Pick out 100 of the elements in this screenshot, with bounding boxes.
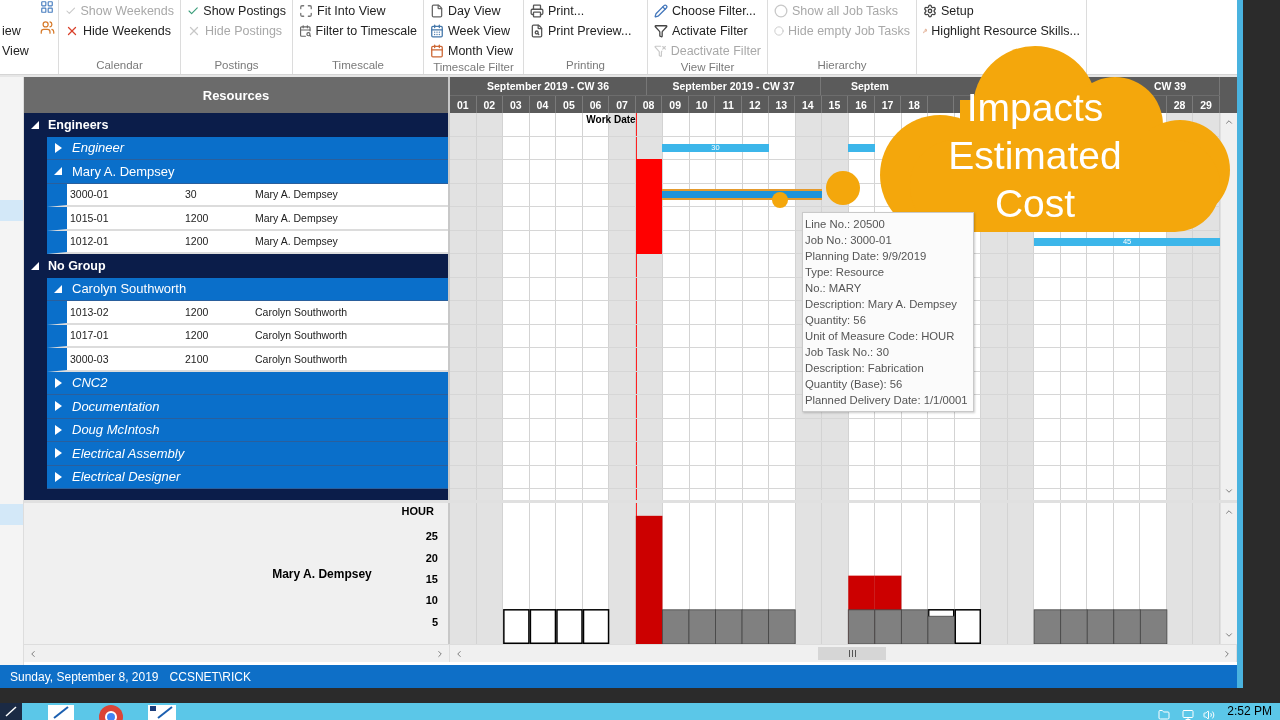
tooltip-line: Type: Resource (805, 265, 886, 280)
table-cell-text: 1013-02 (70, 305, 110, 318)
table-cell-text: 1200 (185, 329, 210, 342)
table-cell-text: 30 (185, 188, 198, 201)
resource-row[interactable]: Doug McIntosh (47, 418, 448, 442)
resource-row[interactable]: Carolyn Southworth (47, 277, 448, 301)
status-text: Sunday, September 8, 2019 (10, 669, 159, 684)
callout-text: Impacts Estimated Cost (947, 85, 1123, 227)
table-cell-text: Carolyn Southworth (255, 305, 349, 318)
tooltip-line: Line No.: 20500 (805, 217, 886, 232)
axis-title: HOUR (401, 505, 434, 517)
resource-name: Electrical Designer (72, 469, 181, 485)
tooltip-line: No.: MARY (805, 281, 863, 296)
ribbon-button[interactable]: Print... (530, 1, 641, 21)
ribbon-button[interactable]: Hide Weekends (65, 21, 174, 41)
day-header: 07 (616, 98, 628, 111)
clock[interactable]: 2:52 PM (1227, 704, 1272, 718)
group-label: Timescale Filter (432, 61, 515, 74)
ribbon-button[interactable]: Week View (430, 21, 517, 41)
day-header: 04 (536, 98, 549, 111)
resource-row[interactable]: Mary A. Dempsey (47, 160, 448, 184)
day-header: 13 (775, 98, 788, 111)
ribbon-button[interactable]: Print Preview... (530, 21, 641, 41)
resource-name: Doug McIntosh (72, 422, 160, 438)
day-header: 12 (748, 98, 761, 111)
ribbon-button[interactable]: iew (2, 21, 52, 41)
day-header: 28 (1173, 98, 1186, 111)
axis-tick-label: 5 (431, 615, 438, 628)
table-cell-text: 3000-01 (70, 188, 110, 201)
work-date-label: Work Date (586, 114, 636, 125)
group-label: Timescale (331, 59, 385, 73)
resource-name: Carolyn Southworth (72, 281, 187, 297)
day-header: 09 (669, 98, 681, 111)
task-row[interactable]: 1012-01 1200 Mary A. Dempsey (47, 230, 448, 254)
axis-tick-label: 25 (425, 530, 438, 543)
tooltip-line: Description: Fabrication (805, 361, 925, 376)
ribbon-button[interactable]: Choose Filter... (654, 1, 761, 21)
tooltip-line: Quantity: 56 (805, 313, 867, 328)
tooltip-line: Planned Delivery Date: 1/1/0001 (805, 393, 969, 408)
day-header: 03 (510, 98, 522, 111)
day-header: 02 (483, 98, 496, 111)
ribbon-button[interactable]: Filter to Timescale (299, 21, 417, 41)
tooltip-line: Description: Mary A. Dempsey (805, 297, 958, 312)
resource-name: CNC2 (72, 375, 108, 391)
group-label: Printing (565, 59, 606, 73)
table-cell-text: 1200 (185, 235, 210, 248)
week-header: September 2019 - CW 37 (672, 80, 795, 92)
ribbon-button[interactable]: Activate Filter (654, 21, 761, 41)
ribbon-button[interactable]: Month View (430, 41, 517, 61)
resource-name: Mary A. Dempsey (272, 566, 372, 581)
ribbon-button[interactable]: Highlight Resource Skills... (923, 21, 1080, 41)
table-cell-text: Mary A. Dempsey (255, 235, 339, 248)
tooltip-line: Quantity (Base): 56 (805, 377, 904, 392)
week-header: September 2019 - CW 36 (487, 80, 609, 92)
resource-name: Documentation (72, 398, 160, 414)
axis-tick-label: 15 (425, 572, 438, 585)
table-cell-text: 1015-01 (70, 211, 110, 224)
ribbon-button[interactable]: Day View (430, 1, 517, 21)
day-header: 05 (563, 98, 575, 111)
resource-row[interactable]: Electrical Designer (47, 465, 448, 489)
day-header: 15 (828, 98, 841, 111)
task-row[interactable]: 1015-01 1200 Mary A. Dempsey (47, 207, 448, 231)
task-row[interactable]: 1017-01 1200 Carolyn Southworth (47, 324, 448, 348)
tooltip-line: Planning Date: 9/9/2019 (805, 249, 928, 264)
status-text: CCSNET\RICK (169, 669, 251, 684)
table-cell-text: 3000-03 (70, 352, 110, 365)
table-cell-text: Mary A. Dempsey (255, 188, 339, 201)
group-label: Hierarchy (816, 59, 868, 73)
task-row[interactable]: 1013-02 1200 Carolyn Southworth (47, 301, 448, 325)
week-header: Septem (851, 80, 889, 92)
column-header: Resources (24, 77, 448, 113)
resource-name: Engineer (72, 140, 125, 156)
axis-tick-label: 10 (425, 594, 438, 607)
table-cell-text: Carolyn Southworth (255, 329, 349, 342)
table-cell-text: 1017-01 (70, 329, 110, 342)
tooltip-line: Job No.: 3000-01 (805, 233, 893, 248)
table-cell-text: 1012-01 (70, 235, 110, 248)
resource-name: Mary A. Dempsey (72, 163, 175, 179)
group-name: No Group (48, 258, 106, 273)
ribbon-button[interactable]: View (2, 41, 52, 61)
week-header: CW 39 (1153, 80, 1186, 92)
tooltip-line: Job Task No.: 30 (805, 345, 890, 360)
group-label: Postings (213, 59, 260, 73)
task-row[interactable]: 3000-03 2100 Carolyn Southworth (47, 348, 448, 372)
table-cell-text: 1200 (185, 211, 210, 224)
ribbon-button[interactable]: Setup (923, 1, 1080, 21)
resource-row[interactable]: CNC2 (47, 371, 448, 395)
group-name: Engineers (48, 117, 109, 132)
table-cell-text: 2100 (185, 352, 210, 365)
resource-row[interactable]: Engineer (47, 136, 448, 160)
day-header: 08 (642, 98, 655, 111)
resource-row[interactable]: Electrical Assembly (47, 442, 448, 466)
day-header: 17 (881, 98, 894, 111)
day-header: 11 (722, 98, 734, 111)
table-cell-text: Mary A. Dempsey (255, 211, 339, 224)
resource-name: Electrical Assembly (72, 445, 185, 461)
ribbon-button[interactable]: Show Postings (187, 1, 286, 21)
task-row[interactable]: 3000-01 30 Mary A. Dempsey (47, 183, 448, 207)
resource-row[interactable]: Documentation (47, 395, 448, 419)
ribbon-button[interactable]: Fit Into View (299, 1, 417, 21)
